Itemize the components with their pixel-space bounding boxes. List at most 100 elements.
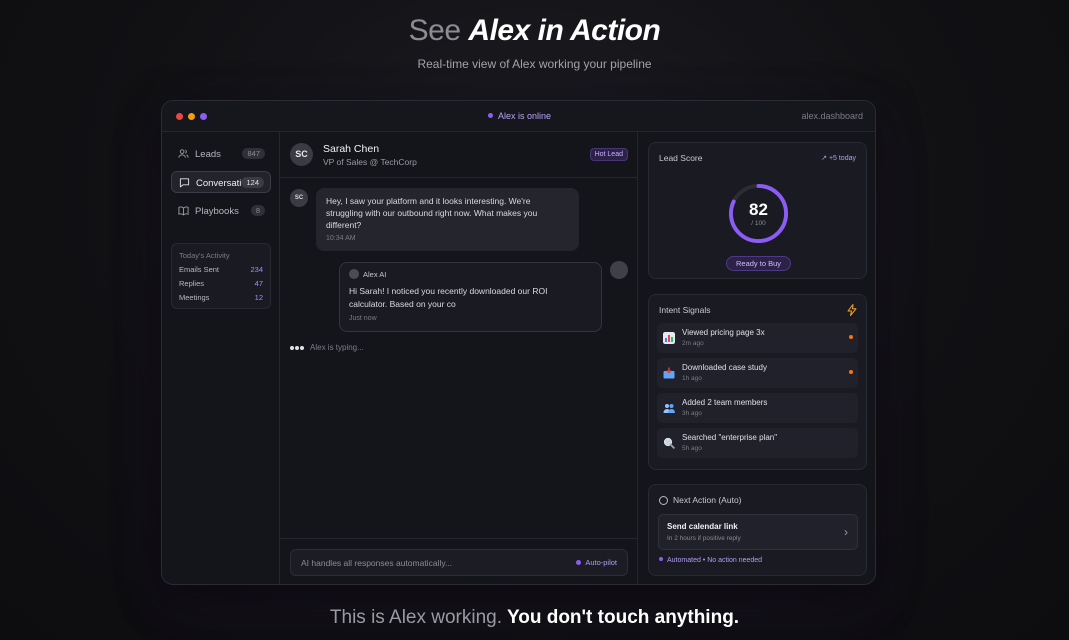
- online-status: Alex is online: [162, 111, 875, 121]
- activity-row: Emails Sent 234: [179, 265, 263, 274]
- message-text: Hi Sarah! I noticed you recently downloa…: [349, 286, 548, 309]
- activity-row: Meetings 12: [179, 293, 263, 302]
- score-trend-text: +5 today: [828, 155, 856, 162]
- typing-text: Alex is typing...: [310, 343, 364, 352]
- tagline-muted: This is Alex working.: [329, 607, 503, 628]
- ai-sender: Alex AI: [349, 269, 386, 281]
- conversation-pane: SC Sarah Chen VP of Sales @ TechCorp Hot…: [280, 132, 638, 584]
- intent-signal[interactable]: Viewed pricing page 3x 2m ago: [657, 323, 858, 353]
- message-time: Just now: [349, 315, 377, 322]
- contact-role: VP of Sales @ TechCorp: [323, 157, 417, 167]
- chart-icon: [663, 332, 675, 344]
- message-time: 10:34 AM: [326, 235, 356, 242]
- robot-icon: [349, 269, 359, 279]
- outgoing-message: Alex AI Hi Sarah! I noticed you recently…: [339, 262, 602, 332]
- typing-dot-icon: [300, 346, 304, 350]
- tagline: This is Alex working. You don't touch an…: [0, 607, 1069, 629]
- autopilot-dot-icon: [576, 560, 582, 565]
- ready-to-buy-badge: Ready to Buy: [726, 256, 791, 271]
- hero-subtitle: Real-time view of Alex working your pipe…: [417, 57, 652, 71]
- chat-icon: [179, 178, 190, 188]
- hero-title: See Alex in Action: [0, 14, 1069, 48]
- next-action-card: Next Action (Auto) Send calendar link In…: [648, 484, 867, 576]
- users-icon: [178, 149, 189, 158]
- next-action-item[interactable]: Send calendar link In 2 hours if positiv…: [658, 514, 858, 550]
- hot-signal-dot-icon: [849, 370, 853, 374]
- sidebar-item-count: 847: [242, 148, 265, 159]
- sidebar-item-label: Playbooks: [195, 206, 239, 217]
- signal-text: Searched "enterprise plan": [682, 433, 778, 442]
- activity-label: Emails Sent: [179, 265, 220, 274]
- message-avatar: SC: [290, 189, 308, 207]
- autopilot-label: Auto-pilot: [585, 558, 617, 567]
- ai-avatar: [610, 261, 628, 279]
- window-url: alex.dashboard: [801, 111, 863, 121]
- signal-time: 2m ago: [682, 340, 704, 347]
- signal-text: Added 2 team members: [682, 398, 768, 407]
- activity-heading: Today's Activity: [179, 251, 230, 260]
- lightning-icon: [847, 304, 857, 316]
- hot-signal-dot-icon: [849, 335, 853, 339]
- magnifier-icon: [663, 437, 675, 449]
- avatar[interactable]: SC: [290, 143, 313, 166]
- intent-signal[interactable]: Added 2 team members 3h ago: [657, 393, 858, 423]
- intent-signal[interactable]: Downloaded case study 1h ago: [657, 358, 858, 388]
- contact-name: Sarah Chen: [323, 143, 380, 155]
- activity-value: 12: [254, 293, 263, 302]
- sidebar-item-label: Leads: [195, 149, 221, 160]
- input-placeholder: AI handles all responses automatically..…: [301, 558, 453, 568]
- card-title: Next Action (Auto): [673, 495, 742, 505]
- online-dot-icon: [487, 113, 493, 118]
- clock-icon: [659, 496, 668, 505]
- sidebar-item-playbooks[interactable]: Playbooks 8: [171, 200, 271, 222]
- automation-status: Automated • No action needed: [659, 557, 762, 564]
- online-status-text: Alex is online: [497, 111, 552, 121]
- card-title: Intent Signals: [659, 305, 711, 315]
- insights-panel: Lead Score ↗ +5 today 82 / 100 Ready to …: [638, 132, 875, 584]
- autopilot-toggle[interactable]: Auto-pilot: [576, 558, 617, 567]
- todays-activity-panel: Today's Activity Emails Sent 234 Replies 4…: [171, 243, 271, 309]
- conversation-header: SC Sarah Chen VP of Sales @ TechCorp Hot…: [280, 132, 638, 178]
- sidebar-item-count: 124: [241, 177, 264, 188]
- sidebar-item-count: 8: [250, 205, 265, 216]
- team-icon: [663, 404, 675, 413]
- tagline-strong: You don't touch anything.: [506, 607, 740, 628]
- signal-time: 3h ago: [682, 410, 702, 417]
- hero-title-muted: See: [408, 14, 461, 47]
- intent-signal[interactable]: Searched "enterprise plan" 5h ago: [657, 428, 858, 458]
- card-title: Lead Score: [659, 153, 703, 163]
- activity-label: Meetings: [179, 293, 210, 302]
- signal-time: 5h ago: [682, 445, 702, 452]
- sidebar: Leads 847 Conversations 124 Playbooks 8 …: [162, 132, 280, 584]
- message-text: Hey, I saw your platform and it looks in…: [326, 196, 538, 230]
- activity-label: Replies: [179, 279, 205, 288]
- typing-dot-icon: [290, 346, 294, 350]
- action-title: Send calendar link: [667, 522, 738, 531]
- ai-sender-name: Alex AI: [363, 270, 387, 279]
- incoming-message: Hey, I saw your platform and it looks in…: [316, 188, 579, 251]
- intent-signals-card: Intent Signals Viewed pricing page 3x 2m…: [648, 294, 867, 470]
- signal-text: Viewed pricing page 3x: [682, 328, 765, 337]
- inbox-icon: [663, 367, 675, 379]
- titlebar: Alex is online alex.dashboard: [162, 101, 875, 132]
- book-icon: [178, 206, 189, 216]
- lead-score-card: Lead Score ↗ +5 today 82 / 100 Ready to …: [648, 142, 867, 279]
- automation-dot-icon: [659, 557, 663, 561]
- message-input[interactable]: AI handles all responses automatically..…: [290, 549, 628, 576]
- hero-title-strong: Alex in Action: [468, 14, 661, 47]
- score-trend: ↗ +5 today: [821, 154, 856, 162]
- sidebar-item-conversations[interactable]: Conversations 124: [171, 171, 271, 193]
- activity-value: 47: [254, 279, 263, 288]
- activity-row: Replies 47: [179, 279, 263, 288]
- typing-indicator: Alex is typing...: [290, 343, 364, 352]
- signal-text: Downloaded case study: [682, 363, 767, 372]
- activity-value: 234: [250, 265, 263, 274]
- chevron-right-icon[interactable]: ›: [844, 525, 848, 539]
- score-max: / 100: [751, 220, 766, 227]
- typing-dot-icon: [295, 346, 299, 350]
- dashboard-window: Alex is online alex.dashboard Leads 847 …: [161, 100, 876, 585]
- signal-time: 1h ago: [682, 375, 702, 382]
- automation-text: Automated • No action needed: [667, 557, 763, 564]
- sidebar-item-leads[interactable]: Leads 847: [171, 143, 271, 165]
- action-detail: In 2 hours if positive reply: [667, 535, 741, 542]
